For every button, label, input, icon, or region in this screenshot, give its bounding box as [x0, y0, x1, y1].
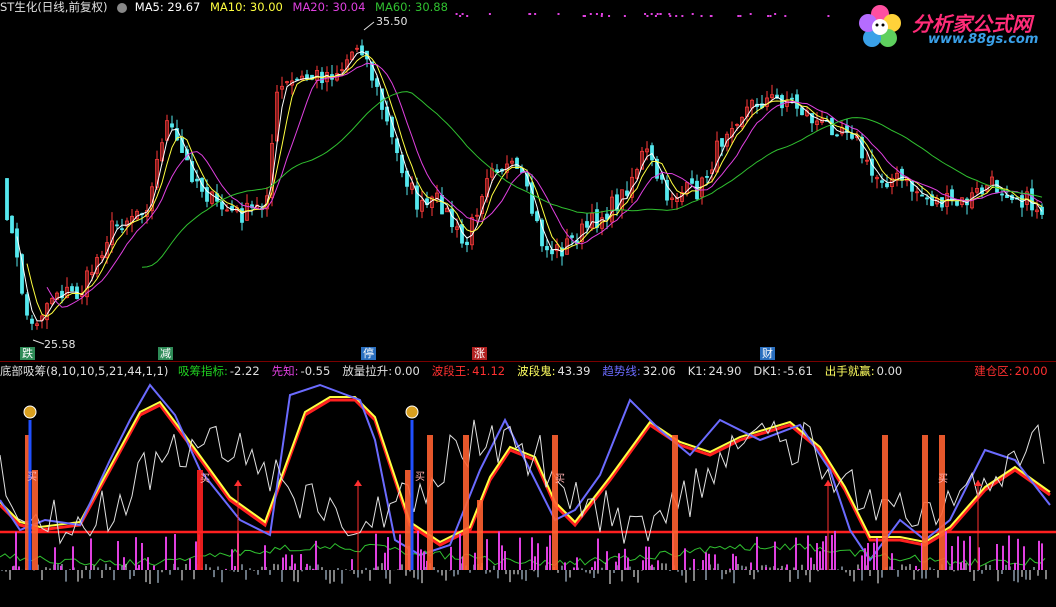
- indicator-item-value: 32.06: [642, 364, 676, 378]
- indicator-item: DK1: -5.61: [753, 364, 818, 378]
- ma20-value: MA20: 30.04: [292, 0, 366, 14]
- buy-signal-bar: [197, 470, 203, 570]
- indicator-item-value: -2.22: [229, 364, 260, 378]
- buy-signal-bar: [405, 470, 411, 570]
- event-label-jian[interactable]: 减: [158, 347, 173, 360]
- buy-tag: 买: [27, 472, 37, 483]
- settings-icon[interactable]: [117, 2, 128, 13]
- stock-title[interactable]: ST生化(日线,前复权): [0, 0, 107, 14]
- indicator-item: 波段王: 41.12: [432, 364, 511, 378]
- buy-signal-bar: [463, 435, 469, 570]
- indicator-item: 波段鬼: 43.39: [517, 364, 596, 378]
- indicator-item: 放量拉升: 0.00: [342, 364, 425, 378]
- event-label-zhang[interactable]: 涨: [472, 347, 487, 360]
- buy-tag: 买: [938, 474, 948, 485]
- wave-ghost-line: [0, 396, 1051, 544]
- chart-separator: [0, 361, 1056, 362]
- up-arrow-icon: [234, 480, 242, 486]
- indicator-item-label: 波段王:: [431, 364, 471, 378]
- indicator-item: 趋势线: 32.06: [602, 364, 681, 378]
- indicator-item: 建仓区: 20.00: [974, 364, 1053, 378]
- indicator-item-value: 41.12: [472, 364, 506, 378]
- ma60-value: MA60: 30.88: [375, 0, 448, 14]
- buy-tag: 买: [200, 474, 210, 485]
- buy-tag: 买: [415, 472, 425, 483]
- wave-king-line: [0, 398, 1051, 547]
- buy-signal-bar: [922, 435, 928, 570]
- money-bag-icon: [405, 405, 419, 419]
- ma5-value: MA5: 29.67: [134, 0, 201, 14]
- indicator-item-value: 43.39: [557, 364, 591, 378]
- indicator-item-label: K1:: [687, 364, 707, 378]
- indicator-item-label: DK1:: [753, 364, 781, 378]
- up-arrow-icon: [974, 480, 982, 486]
- high-price-label: 35.50: [376, 15, 408, 28]
- event-label-die[interactable]: 跌: [20, 347, 35, 360]
- buy-signal-bar: [552, 435, 558, 570]
- indicator-item: 吸筹指标: -2.22: [178, 364, 266, 378]
- buy-signal-bar: [672, 435, 678, 570]
- money-bag-icon: [23, 405, 37, 419]
- site-logo: 分析家公式网 www.88gs.com: [852, 2, 1052, 52]
- indicator-item-label: 波段鬼:: [517, 364, 556, 378]
- indicator-item-value: 0.00: [394, 364, 420, 378]
- indicator-chart[interactable]: [0, 0, 1056, 607]
- indicator-item: 出手就赢: 0.00: [825, 364, 908, 378]
- event-label-cai[interactable]: 财: [760, 347, 775, 360]
- indicator-item-value: -0.55: [300, 364, 331, 378]
- indicator-item-label: 趋势线:: [602, 364, 641, 378]
- indicator-item-value: -5.61: [783, 364, 813, 378]
- indicator-item: K1: 24.90: [688, 364, 748, 378]
- price-header: ST生化(日线,前复权) MA5: 29.67 MA10: 30.00 MA20…: [0, 0, 454, 14]
- low-price-label: 25.58: [44, 338, 76, 351]
- buy-tag: 买: [555, 474, 565, 485]
- indicator-item-label: 吸筹指标:: [178, 364, 228, 378]
- absorb-line: [0, 542, 1046, 568]
- indicator-item-label: 出手就赢:: [824, 364, 875, 378]
- indicator-name[interactable]: 底部吸筹(8,10,10,5,21,44,1,1): [0, 364, 168, 378]
- ma10-value: MA10: 30.00: [209, 0, 283, 14]
- event-label-ting[interactable]: 停: [361, 347, 376, 360]
- indicator-item-label: 放量拉升:: [342, 364, 393, 378]
- indicator-item-value: 0.00: [876, 364, 903, 378]
- buy-signal-bar: [882, 435, 888, 570]
- buy-signal-bar: [477, 500, 483, 570]
- trend-line: [0, 383, 1051, 562]
- logo-url: www.88gs.com: [928, 32, 1039, 47]
- indicator-item-value: 20.00: [1014, 364, 1048, 378]
- buy-signal-bar: [427, 435, 433, 570]
- indicator-item-label: 先知:: [271, 364, 299, 378]
- up-arrow-icon: [354, 480, 362, 486]
- flower-icon: [859, 5, 901, 47]
- indicator-item-label: 建仓区:: [974, 364, 1013, 378]
- indicator-header: 底部吸筹(8,10,10,5,21,44,1,1) 吸筹指标: -2.22 先知: -…: [0, 364, 1056, 378]
- buy-signal-bar: [32, 470, 38, 570]
- indicator-item: 先知: -0.55: [272, 364, 337, 378]
- buy-signal-bar: [939, 435, 945, 570]
- indicator-item-value: 24.90: [708, 364, 742, 378]
